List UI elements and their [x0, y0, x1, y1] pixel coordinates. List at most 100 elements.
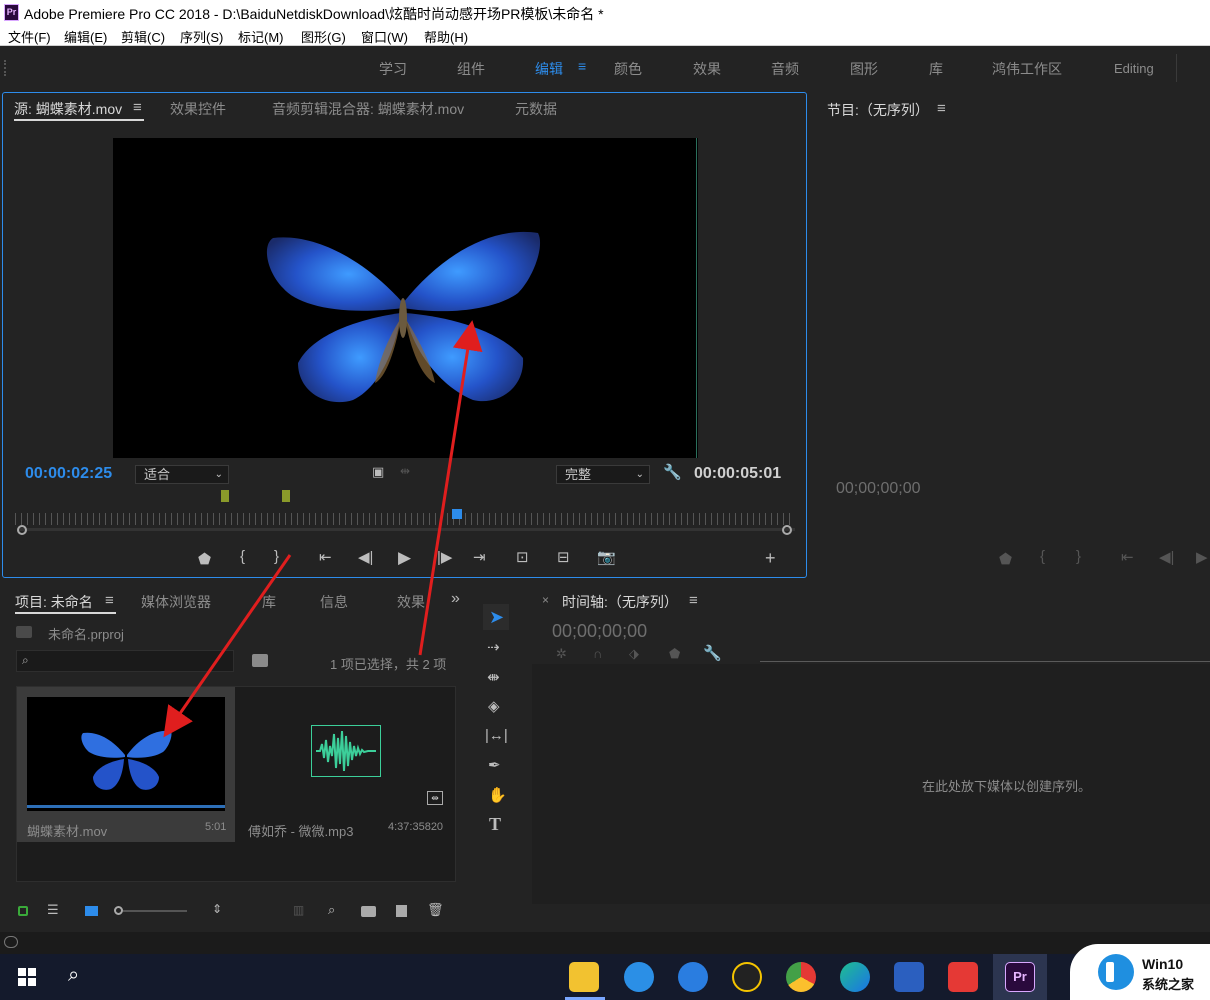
linked-selection-icon[interactable]: ⬗	[629, 646, 639, 662]
wrench-icon[interactable]: 🔧	[663, 463, 682, 481]
workspace-audio[interactable]: 音频	[771, 59, 799, 79]
source-menu-icon[interactable]: ≡	[133, 99, 142, 116]
go-to-out-icon[interactable]: ⇥	[473, 548, 486, 566]
tab-effects[interactable]: 效果	[397, 592, 425, 612]
tab-audio-clip-mixer[interactable]: 音频剪辑混合器: 蝴蝶素材.mov	[272, 99, 464, 119]
workspace-editing-en[interactable]: Editing	[1114, 61, 1154, 76]
workspace-color[interactable]: 颜色	[614, 59, 642, 79]
play-icon[interactable]: ▶	[1196, 548, 1208, 566]
new-item-icon[interactable]	[396, 905, 407, 917]
wps-icon[interactable]	[948, 962, 978, 992]
menu-window[interactable]: 窗口(W)	[361, 27, 408, 46]
mark-in-icon[interactable]: {	[240, 548, 245, 565]
magnet-icon[interactable]: ∩	[593, 646, 602, 661]
zoom-slider[interactable]	[123, 910, 187, 912]
hand-tool-icon[interactable]: ✋	[488, 786, 507, 804]
workspace-assembly[interactable]: 组件	[457, 59, 485, 79]
file-explorer-icon[interactable]	[569, 962, 599, 992]
timeline-menu-icon[interactable]: ≡	[689, 592, 698, 609]
pen-tool-icon[interactable]: ✒	[488, 756, 501, 774]
slip-tool-icon[interactable]: |↔|	[485, 727, 508, 744]
tab-program[interactable]: 节目:（无序列）	[827, 100, 929, 120]
snap-icon[interactable]: ✲	[556, 646, 567, 662]
new-search-bin-icon[interactable]	[252, 654, 268, 667]
creative-cloud-icon[interactable]	[4, 936, 18, 948]
menu-edit[interactable]: 编辑(E)	[64, 27, 107, 46]
chrome-icon[interactable]	[786, 962, 816, 992]
video-preview[interactable]	[113, 138, 698, 458]
ripple-edit-tool-icon[interactable]: ⇼	[487, 668, 500, 686]
qq-browser-icon[interactable]	[678, 962, 708, 992]
playhead[interactable]	[452, 509, 462, 519]
new-bin-icon[interactable]	[361, 906, 376, 917]
track-select-tool-icon[interactable]: ⇢	[487, 638, 500, 656]
menu-clip[interactable]: 剪辑(C)	[121, 27, 165, 46]
workspace-custom[interactable]: 鸿伟工作区	[992, 59, 1062, 79]
insert-icon[interactable]: ⊡	[516, 548, 529, 566]
ie-browser-icon[interactable]	[624, 962, 654, 992]
go-to-in-icon[interactable]: ⇤	[1121, 548, 1134, 566]
add-marker-icon[interactable]: ⬟	[999, 550, 1012, 568]
qq-icon[interactable]	[732, 962, 762, 992]
sequence-drop-area[interactable]	[532, 664, 1210, 904]
selection-tool-icon[interactable]: ➤	[489, 607, 504, 628]
menu-file[interactable]: 文件(F)	[8, 27, 51, 46]
add-button-icon[interactable]: +	[765, 548, 776, 569]
word-icon[interactable]	[894, 962, 924, 992]
workspace-libraries[interactable]: 库	[929, 59, 943, 79]
step-forward-icon[interactable]: |▶	[437, 548, 452, 566]
trash-icon[interactable]: 🗑	[427, 902, 444, 918]
tab-libraries[interactable]: 库	[262, 592, 276, 612]
razor-tool-icon[interactable]: ◈	[488, 697, 500, 715]
workspace-learn[interactable]: 学习	[379, 59, 407, 79]
project-item-video[interactable]: 蝴蝶素材.mov 5:01	[17, 687, 235, 842]
panel-overflow-icon[interactable]: »	[451, 590, 460, 608]
mark-in-icon[interactable]: {	[1040, 548, 1045, 565]
find-icon[interactable]: ⌕	[328, 902, 335, 918]
quality-dropdown[interactable]: 完整 ⌄	[556, 465, 650, 484]
bin-grid[interactable]: 蝴蝶素材.mov 5:01 ⇹ 傅如乔 - 微微.mp3 4:37:35820	[16, 686, 456, 882]
tab-project[interactable]: 项目: 未命名	[15, 592, 93, 612]
zoom-scrollbar[interactable]	[17, 528, 795, 531]
workspace-editing[interactable]: 编辑	[535, 59, 563, 79]
list-view-icon[interactable]: ☰	[47, 902, 59, 918]
menu-graphics[interactable]: 图形(G)	[301, 27, 346, 46]
wrench-icon[interactable]: 🔧	[703, 644, 722, 662]
workspace-menu-icon[interactable]: ≡	[578, 58, 586, 74]
drag-grip[interactable]	[4, 60, 6, 76]
program-timecode[interactable]: 00;00;00;00	[836, 480, 921, 498]
premiere-taskbar-icon[interactable]: Pr	[1005, 962, 1035, 992]
step-back-icon[interactable]: ◀|	[358, 548, 373, 566]
mark-out-icon[interactable]: }	[274, 548, 279, 565]
automate-sequence-icon[interactable]: ▥	[293, 903, 304, 917]
menu-marker[interactable]: 标记(M)	[238, 27, 284, 46]
program-menu-icon[interactable]: ≡	[937, 100, 946, 117]
add-marker-icon[interactable]: ⬟	[669, 646, 680, 662]
tab-effect-controls[interactable]: 效果控件	[170, 99, 226, 119]
go-to-in-icon[interactable]: ⇤	[319, 548, 332, 566]
project-menu-icon[interactable]: ≡	[105, 592, 114, 609]
menu-sequence[interactable]: 序列(S)	[180, 27, 223, 46]
play-icon[interactable]: ▶	[398, 548, 411, 568]
zoom-slider-handle[interactable]	[114, 906, 123, 915]
icon-view-icon[interactable]	[85, 906, 98, 916]
clip-marker[interactable]	[282, 490, 290, 502]
add-marker-icon[interactable]: ⬟	[198, 550, 211, 568]
tab-source[interactable]: 源: 蝴蝶素材.mov	[14, 99, 122, 119]
workspace-effects[interactable]: 效果	[693, 59, 721, 79]
scroll-handle-right[interactable]	[782, 525, 792, 535]
type-tool-icon[interactable]: T	[489, 814, 501, 835]
tab-metadata[interactable]: 元数据	[515, 99, 557, 119]
source-current-time[interactable]: 00:00:02:25	[25, 465, 112, 483]
drag-video-icon[interactable]: ⇹	[400, 464, 410, 478]
lock-icon[interactable]	[18, 906, 28, 916]
time-ruler[interactable]	[15, 513, 795, 525]
edge-icon[interactable]	[840, 962, 870, 992]
timeline-timecode[interactable]: 00;00;00;00	[552, 621, 647, 642]
project-item-audio[interactable]: ⇹ 傅如乔 - 微微.mp3 4:37:35820	[235, 687, 457, 842]
project-search-input[interactable]: ⌕	[16, 650, 234, 672]
overwrite-icon[interactable]: ⊟	[557, 548, 570, 566]
menu-help[interactable]: 帮助(H)	[424, 27, 468, 46]
sort-icon[interactable]: ⇕	[212, 902, 222, 916]
search-icon[interactable]: ⌕	[68, 964, 79, 987]
